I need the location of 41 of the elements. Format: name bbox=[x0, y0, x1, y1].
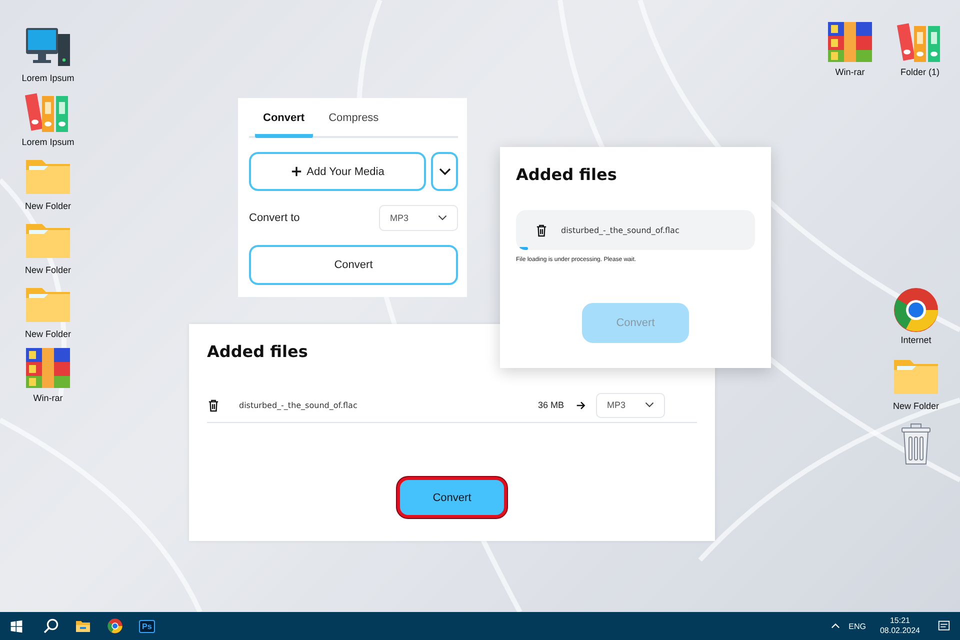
format-select[interactable]: MP3 bbox=[379, 205, 458, 231]
format-select[interactable]: MP3 bbox=[596, 392, 665, 418]
language-indicator[interactable]: ENG bbox=[848, 622, 866, 630]
shortcut-label: New Folder bbox=[24, 265, 71, 276]
add-media-button[interactable]: Add Your Media bbox=[249, 152, 426, 191]
convert-button[interactable]: Convert bbox=[397, 477, 507, 518]
caret-up-icon[interactable] bbox=[830, 623, 840, 629]
file-name: disturbed_-_the_sound_of.flac bbox=[239, 400, 358, 410]
windows-logo-icon[interactable] bbox=[10, 620, 23, 632]
tab[interactable]: Compress bbox=[320, 104, 387, 138]
clock-date[interactable]: 08.02.2024 bbox=[880, 626, 920, 636]
browser-icon[interactable] bbox=[107, 618, 123, 634]
shortcut-label: Internet bbox=[900, 335, 932, 346]
trash-icon[interactable] bbox=[536, 224, 547, 236]
folder-icon[interactable] bbox=[75, 618, 91, 634]
dropdown-button[interactable] bbox=[431, 152, 458, 191]
shortcut-label: Win-rar bbox=[835, 67, 865, 78]
chevron-down-icon bbox=[438, 168, 450, 176]
panel-title: Added files bbox=[207, 342, 309, 361]
panel-title: Added files bbox=[516, 165, 618, 184]
plus-icon bbox=[290, 166, 302, 177]
arrow-right-icon bbox=[576, 400, 586, 410]
shortcut-label: New Folder bbox=[24, 329, 71, 340]
file-size: 36 MB bbox=[538, 400, 564, 410]
photoshop-app-icon[interactable]: Ps bbox=[139, 620, 155, 632]
chevron-down-icon bbox=[438, 215, 447, 221]
file-name: disturbed_-_the_sound_of.flac bbox=[561, 226, 680, 234]
shortcut-label: Lorem Ipsum bbox=[22, 73, 74, 84]
trash-icon[interactable] bbox=[208, 398, 219, 412]
clock-time[interactable]: 15:21 bbox=[890, 616, 910, 626]
shortcut-label: New Folder bbox=[24, 201, 71, 212]
shortcut-label: New Folder bbox=[892, 401, 939, 412]
shortcut-label: Folder (1) bbox=[900, 67, 940, 78]
tab[interactable]: Convert bbox=[255, 104, 313, 138]
shortcut-label: Lorem Ipsum bbox=[22, 137, 74, 148]
search-icon[interactable] bbox=[43, 618, 59, 634]
convert-button[interactable]: Convert bbox=[249, 245, 458, 285]
convert-to-label: Convert to bbox=[249, 212, 300, 224]
chevron-down-icon bbox=[645, 402, 654, 408]
shortcut-label: Win-rar bbox=[33, 393, 63, 404]
notification-icon[interactable] bbox=[938, 620, 950, 632]
